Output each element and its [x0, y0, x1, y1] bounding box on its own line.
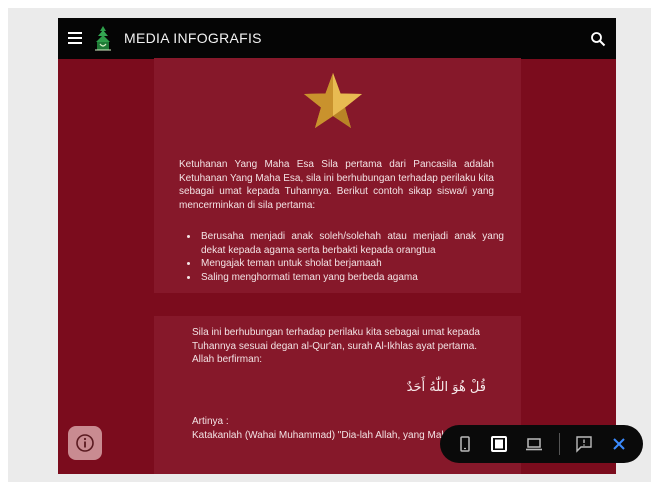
sila-card: Ketuhanan Yang Maha Esa Sila pertama dar… [154, 58, 521, 293]
close-icon[interactable] [610, 435, 628, 453]
list-item: Berusaha menjadi anak soleh/solehah atau… [199, 230, 504, 257]
info-icon [76, 434, 94, 452]
divider [559, 433, 560, 455]
app-window: MEDIA INFOGRAFIS Ketuhanan Yang Maha Esa… [58, 18, 616, 474]
laptop-icon[interactable] [525, 435, 543, 453]
tablet-icon[interactable] [490, 435, 508, 453]
info-button[interactable] [68, 426, 102, 460]
quran-intro: Sila ini berhubungan terhadap perilaku k… [192, 327, 480, 365]
logo-icon [95, 26, 111, 51]
example-list: Berusaha menjadi anak soleh/solehah atau… [189, 230, 504, 284]
list-item: Mengajak teman untuk sholat berjamaah [199, 257, 504, 271]
sila-description: Ketuhanan Yang Maha Esa Sila pertama dar… [179, 159, 494, 211]
feedback-icon[interactable] [575, 435, 593, 453]
top-bar: MEDIA INFOGRAFIS [58, 18, 616, 59]
arabic-verse: قُلْ هُوَ اللّٰهُ أَحَدٌ [406, 380, 486, 395]
hamburger-icon[interactable] [68, 32, 82, 44]
translation-label: Artinya : [192, 416, 229, 427]
star-icon [304, 73, 362, 128]
device-preview-bar [440, 425, 643, 463]
list-item: Saling menghormati teman yang berbeda ag… [199, 271, 504, 285]
app-title: MEDIA INFOGRAFIS [124, 30, 262, 46]
phone-icon[interactable] [456, 435, 474, 453]
search-icon[interactable] [590, 31, 606, 47]
